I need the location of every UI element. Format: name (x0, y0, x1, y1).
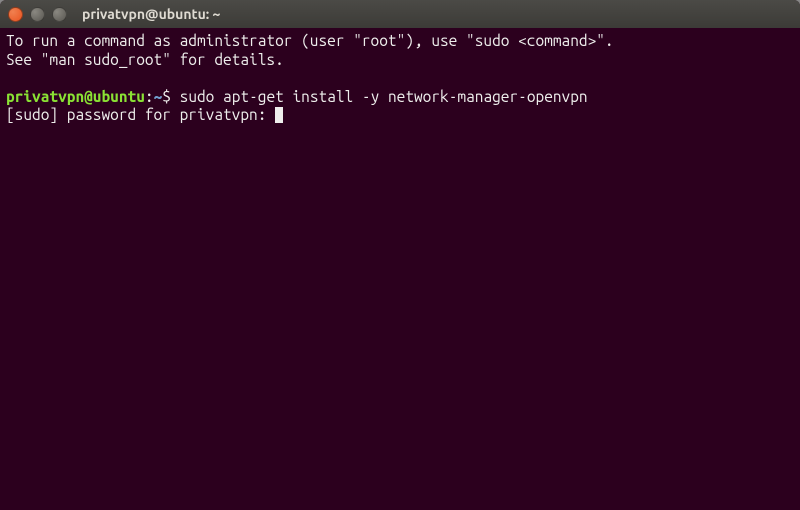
minimize-icon[interactable] (30, 7, 45, 22)
prompt-user-host: privatvpn@ubuntu (6, 88, 145, 105)
password-prompt: [sudo] password for privatvpn: (6, 106, 275, 123)
prompt-symbol: $ (162, 88, 171, 105)
close-icon[interactable] (8, 7, 23, 22)
prompt-path: ~ (154, 88, 163, 105)
titlebar[interactable]: privatvpn@ubuntu: ~ (0, 0, 800, 28)
motd-line: See "man sudo_root" for details. (6, 51, 284, 68)
command-text: sudo apt-get install -y network-manager-… (180, 88, 588, 105)
window-title: privatvpn@ubuntu: ~ (82, 6, 220, 22)
prompt-separator: : (145, 88, 154, 105)
terminal-window: privatvpn@ubuntu: ~ To run a command as … (0, 0, 800, 510)
maximize-icon[interactable] (52, 7, 67, 22)
terminal-body[interactable]: To run a command as administrator (user … (0, 28, 800, 510)
motd-line: To run a command as administrator (user … (6, 32, 614, 49)
cursor-icon (275, 107, 283, 123)
